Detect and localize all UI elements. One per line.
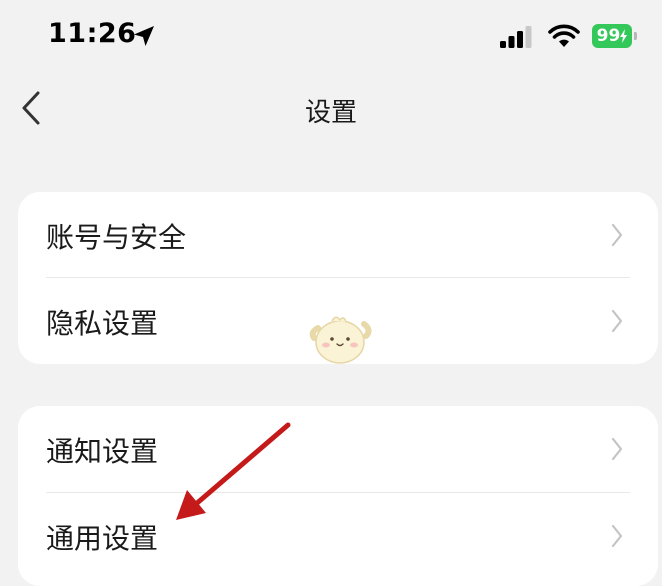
settings-row-notifications[interactable]: 通知设置 [18, 406, 658, 492]
row-label: 隐私设置 [46, 307, 159, 340]
status-bar: 11:26 99 [0, 0, 662, 76]
battery-level: 99 [592, 24, 632, 48]
nav-bar: 设置 [0, 76, 662, 140]
row-label: 账号与安全 [46, 221, 187, 254]
cellular-signal-icon [500, 26, 532, 48]
mascot-sticker-icon [309, 316, 372, 364]
battery-cap [634, 32, 637, 40]
charging-bolt-icon [620, 29, 628, 43]
chevron-right-icon [611, 223, 623, 247]
page-title: 设置 [304, 98, 357, 128]
settings-row-account-security[interactable]: 账号与安全 [18, 192, 658, 278]
battery-indicator: 99 [592, 24, 638, 48]
location-arrow-icon [134, 26, 154, 46]
settings-group-general: 通知设置 通用设置 [18, 406, 658, 586]
settings-row-general[interactable]: 通用设置 [18, 493, 658, 579]
chevron-right-icon [611, 309, 623, 333]
wifi-icon [548, 24, 580, 47]
chevron-right-icon [611, 524, 623, 548]
battery-percent: 99 [596, 26, 621, 46]
status-time: 11:26 [48, 18, 137, 49]
row-label: 通用设置 [46, 522, 159, 555]
row-label: 通知设置 [46, 435, 159, 468]
chevron-right-icon [611, 437, 623, 461]
